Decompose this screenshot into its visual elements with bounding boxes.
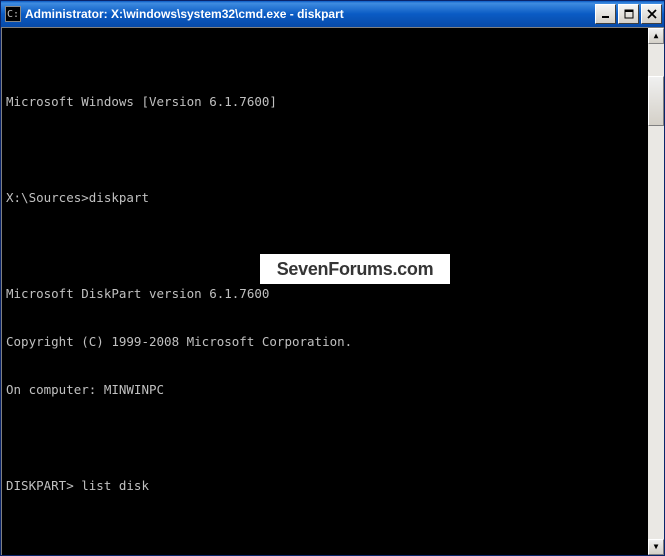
prompt-line: DISKPART> list disk — [6, 478, 644, 494]
vertical-scrollbar[interactable]: ▲ ▼ — [648, 28, 664, 555]
scroll-thumb[interactable] — [648, 76, 664, 126]
terminal-body[interactable]: Microsoft Windows [Version 6.1.7600] X:\… — [1, 27, 664, 555]
output-line: Copyright (C) 1999-2008 Microsoft Corpor… — [6, 334, 644, 350]
output-line — [6, 526, 644, 542]
cmd-icon: C: — [5, 6, 21, 22]
output-line — [6, 142, 644, 158]
titlebar[interactable]: C: Administrator: X:\windows\system32\cm… — [1, 1, 664, 27]
terminal-window: C: Administrator: X:\windows\system32\cm… — [0, 0, 665, 556]
prompt-line: X:\Sources>diskpart — [6, 190, 644, 206]
window-title: Administrator: X:\windows\system32\cmd.e… — [25, 7, 595, 21]
output-line: Microsoft Windows [Version 6.1.7600] — [6, 94, 644, 110]
output-line: Microsoft DiskPart version 6.1.7600 — [6, 286, 644, 302]
output-line — [6, 430, 644, 446]
scroll-track[interactable] — [648, 44, 664, 539]
maximize-button[interactable] — [618, 4, 639, 24]
window-controls — [595, 4, 662, 24]
output-line — [6, 238, 644, 254]
scroll-down-button[interactable]: ▼ — [648, 539, 664, 555]
watermark-overlay: SevenForums.com — [260, 254, 450, 284]
close-button[interactable] — [641, 4, 662, 24]
output-line: On computer: MINWINPC — [6, 382, 644, 398]
minimize-button[interactable] — [595, 4, 616, 24]
scroll-up-button[interactable]: ▲ — [648, 28, 664, 44]
